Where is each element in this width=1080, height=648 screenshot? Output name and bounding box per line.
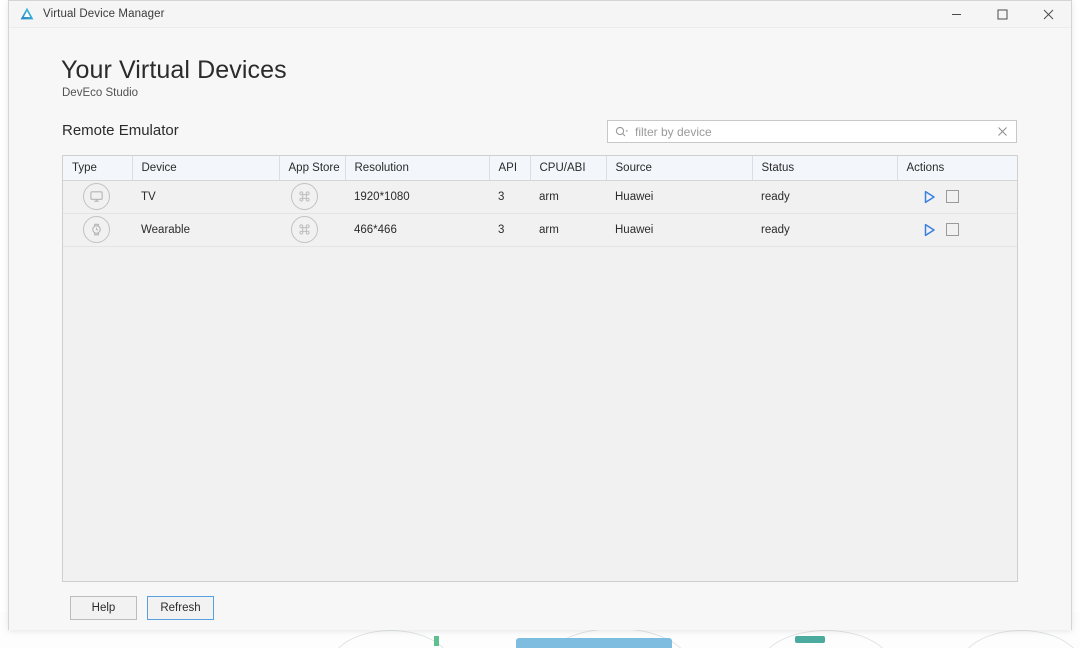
help-button[interactable]: Help [70,596,137,620]
column-header-type[interactable]: Type [63,156,133,181]
cell-status: ready [752,180,897,214]
cell-status: ready [752,213,897,247]
screen-root: Virtual Device Manager Your Virtual Devi… [0,0,1080,648]
cell-cpu-abi: arm [530,180,606,214]
table-row[interactable]: TV 1920*1080 3 arm Huawei ready [63,180,1017,214]
cell-device: Wearable [132,213,279,247]
cell-type [63,180,132,214]
column-header-device[interactable]: Device [132,156,280,181]
devices-table: Type Device App Store Resolution API CPU… [63,156,1017,247]
cell-source: Huawei [606,180,752,214]
devices-table-panel: Type Device App Store Resolution API CPU… [62,155,1018,582]
search-input[interactable]: filter by device [607,120,1017,143]
cell-type [63,213,132,247]
minimize-icon [951,13,961,15]
window-controls [933,1,1071,27]
cell-resolution: 1920*1080 [345,180,489,214]
column-header-resolution[interactable]: Resolution [345,156,490,181]
play-icon[interactable] [923,190,936,204]
background-decoration [795,636,825,643]
background-decoration [760,630,892,648]
background-decoration [516,638,672,648]
window-content: Your Virtual Devices DevEco Studio Remot… [9,28,1071,630]
tv-icon [83,183,110,210]
table-header-row: Type Device App Store Resolution API CPU… [63,156,1017,181]
cell-app-store [279,180,345,214]
page-subtitle: DevEco Studio [62,87,139,99]
window-title: Virtual Device Manager [43,8,165,20]
maximize-icon [997,9,1007,19]
stop-icon[interactable] [946,190,959,203]
column-header-source[interactable]: Source [606,156,753,181]
play-icon[interactable] [923,223,936,237]
column-header-api[interactable]: API [489,156,531,181]
refresh-button[interactable]: Refresh [147,596,214,620]
cell-api: 3 [489,213,530,247]
close-button[interactable] [1025,1,1071,27]
footer-buttons: Help Refresh [70,596,214,620]
app-store-icon [291,216,318,243]
background-decoration [434,636,439,646]
cell-device: TV [132,180,279,214]
cell-actions [897,180,1017,214]
deveco-studio-logo-icon [20,7,34,20]
virtual-device-manager-window: Virtual Device Manager Your Virtual Devi… [8,0,1072,630]
cell-source: Huawei [606,213,752,247]
search-placeholder-text: filter by device [635,124,712,139]
section-title-remote-emulator: Remote Emulator [62,122,179,139]
background-decoration [960,630,1080,648]
column-header-actions[interactable]: Actions [897,156,1017,181]
cell-api: 3 [489,180,530,214]
watch-icon [83,216,110,243]
clear-icon[interactable] [997,126,1008,137]
column-header-cpu-abi[interactable]: CPU/ABI [530,156,607,181]
cell-app-store [279,213,345,247]
app-store-icon [291,183,318,210]
cell-actions [897,213,1017,247]
table-row[interactable]: Wearable 466*466 3 arm Huawei ready [63,213,1017,247]
maximize-button[interactable] [979,1,1025,27]
close-icon [1043,9,1053,19]
column-header-app-store[interactable]: App Store [279,156,346,181]
stop-icon[interactable] [946,223,959,236]
search-icon [615,126,629,138]
window-titlebar[interactable]: Virtual Device Manager [9,1,1071,28]
page-title: Your Virtual Devices [61,56,287,84]
minimize-button[interactable] [933,1,979,27]
column-header-status[interactable]: Status [752,156,898,181]
cell-resolution: 466*466 [345,213,489,247]
cell-cpu-abi: arm [530,213,606,247]
